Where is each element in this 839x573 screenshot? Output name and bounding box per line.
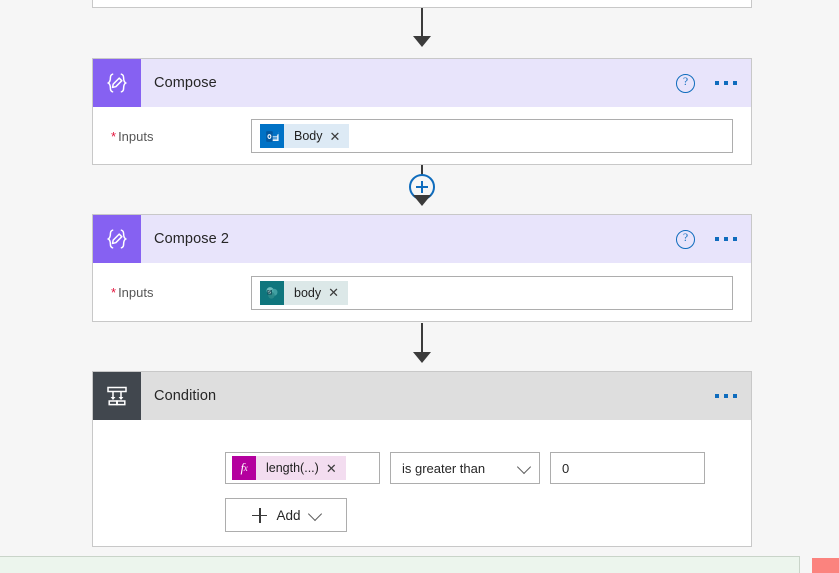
fx-icon: fx: [232, 456, 256, 480]
sharepoint-icon: S: [260, 280, 284, 305]
condition-operator-value: is greater than: [402, 460, 486, 476]
condition-branch-icon: [93, 372, 141, 420]
field-label-inputs-compose: * Inputs: [111, 129, 251, 144]
required-marker: *: [111, 128, 117, 144]
more-ellipsis-icon[interactable]: [715, 394, 737, 398]
add-button-label: Add: [276, 507, 301, 523]
card-body-condition: fx length(...) ✕ is greater than 0 Add: [93, 420, 751, 548]
action-card-compose-2[interactable]: Compose 2 ? * Inputs S body ✕: [92, 214, 752, 322]
chevron-down-icon: [516, 459, 532, 474]
condition-left-operand-field[interactable]: fx length(...) ✕: [225, 452, 380, 484]
card-title-condition: Condition: [154, 388, 217, 404]
svg-text:S: S: [268, 289, 271, 294]
help-question-icon[interactable]: ?: [676, 73, 695, 93]
more-ellipsis-icon[interactable]: [715, 81, 737, 85]
action-card-compose[interactable]: Compose ? * Inputs Body ✕: [92, 58, 752, 165]
plus-icon: [252, 507, 268, 523]
compose-braces-pencil-icon: [93, 59, 141, 107]
card-header-compose: Compose ?: [93, 59, 751, 107]
expression-token-label: length(...): [266, 461, 319, 475]
bottom-alert-strip: [812, 558, 839, 573]
flow-canvas: Compose ? * Inputs Body ✕ Compose 2 ? * …: [0, 0, 839, 573]
close-icon[interactable]: ✕: [326, 462, 346, 475]
field-label-inputs-compose-2: * Inputs: [111, 285, 251, 300]
close-icon[interactable]: ✕: [328, 286, 348, 299]
card-header-compose-2: Compose 2 ?: [93, 215, 751, 263]
compose-braces-pencil-icon: [93, 215, 141, 263]
connector-line-top: [421, 8, 423, 37]
action-card-condition[interactable]: Condition fx length(...) ✕ is greater th…: [92, 371, 752, 547]
card-title-compose: Compose: [154, 75, 217, 91]
condition-right-operand-value: 0: [562, 460, 570, 476]
close-icon[interactable]: ✕: [330, 130, 350, 143]
card-header-actions-compose: ?: [676, 59, 737, 107]
card-body-compose-2: * Inputs S body ✕: [93, 263, 751, 322]
connector-arrow-bottom: [413, 352, 431, 363]
card-body-compose: * Inputs Body ✕: [93, 107, 751, 165]
token-label: Body: [294, 129, 323, 143]
outlook-icon: [260, 124, 284, 148]
chevron-down-icon: [307, 506, 322, 521]
dynamic-content-token-body[interactable]: S body ✕: [260, 280, 349, 305]
previous-action-card-stub: [92, 0, 752, 8]
dynamic-content-token-body[interactable]: Body ✕: [260, 124, 350, 148]
inputs-field-compose-2[interactable]: S body ✕: [251, 275, 733, 310]
connector-arrow-insert: [413, 195, 431, 206]
condition-operator-dropdown[interactable]: is greater than: [390, 452, 540, 484]
card-header-condition: Condition: [93, 372, 751, 420]
more-ellipsis-icon[interactable]: [715, 237, 737, 241]
field-row-inputs-compose: * Inputs Body ✕: [93, 107, 751, 165]
card-header-actions-condition: [715, 372, 737, 420]
inputs-field-compose[interactable]: Body ✕: [251, 119, 733, 153]
card-header-actions-compose-2: ?: [676, 215, 737, 263]
field-row-inputs-compose-2: * Inputs S body ✕: [93, 263, 751, 322]
condition-right-operand-input[interactable]: 0: [550, 452, 705, 484]
help-question-icon[interactable]: ?: [676, 229, 695, 249]
add-condition-button[interactable]: Add: [225, 498, 347, 532]
expression-token-length[interactable]: fx length(...) ✕: [232, 456, 346, 480]
field-label-text: Inputs: [118, 128, 154, 144]
card-title-compose-2: Compose 2: [154, 231, 230, 247]
condition-row: fx length(...) ✕ is greater than 0: [225, 452, 705, 484]
bottom-status-strip: [0, 556, 800, 573]
connector-arrow-top: [413, 36, 431, 47]
required-marker: *: [111, 285, 117, 300]
token-label: body: [294, 285, 322, 300]
field-label-text: Inputs: [118, 285, 154, 300]
